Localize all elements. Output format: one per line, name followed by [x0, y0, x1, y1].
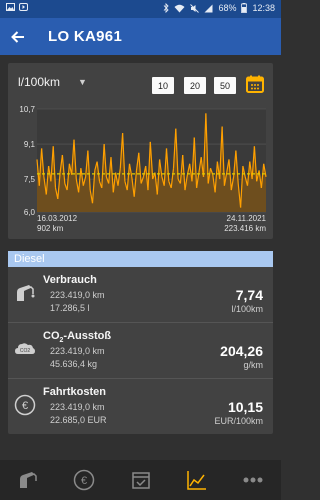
svg-text:€: €: [81, 475, 87, 487]
range-button-20[interactable]: 20: [184, 77, 206, 94]
stat-unit: EUR/100km: [214, 416, 263, 426]
calendar-icon[interactable]: [245, 74, 265, 94]
app-bar: LO KA961: [0, 18, 281, 55]
fuel-pump-icon: [17, 285, 35, 301]
stat-distance: 223.419,0 km: [50, 290, 105, 300]
nav-item-costs[interactable]: €: [56, 460, 112, 500]
svg-text:€: €: [22, 400, 28, 412]
range-button-10[interactable]: 10: [152, 77, 174, 94]
back-button[interactable]: [0, 18, 36, 55]
arrow-left-icon: [11, 30, 24, 43]
euro-icon: €: [14, 394, 36, 416]
consumption-chart: 10,7 9,1 7,5 6,0 16.03.2012 902 km 24.11.20…: [19, 105, 267, 233]
stat-unit: g/km: [243, 360, 263, 370]
stat-distance: 223.419,0 km: [50, 346, 105, 356]
nav-item-fuel[interactable]: [0, 460, 56, 500]
wifi-icon: [174, 4, 185, 12]
y-tick-label: 6,0: [24, 208, 36, 217]
stat-value: 10,15: [227, 399, 263, 415]
euro-icon: €: [74, 469, 95, 491]
stat-row-consumption[interactable]: Verbrauch 223.419,0 km 17.286,5 l 7,74 l…: [8, 268, 273, 323]
y-tick-label: 10,7: [19, 105, 35, 114]
chart-card: l/100km ▼ 10 20 50 10,7 9,1 7,5 6,0 16.03.2…: [8, 63, 273, 239]
y-tick-label: 9,1: [24, 140, 36, 149]
end-date-label: 24.11.2021: [227, 214, 267, 223]
start-date-label: 16.03.2012: [37, 214, 78, 223]
unit-dropdown[interactable]: l/100km ▼: [18, 75, 87, 89]
stat-value: 7,74: [235, 287, 263, 303]
chart-header: l/100km ▼ 10 20 50: [8, 63, 273, 103]
start-km-label: 902 km: [37, 224, 64, 233]
nav-item-more[interactable]: [225, 460, 281, 500]
nav-item-statistics[interactable]: [169, 460, 225, 500]
stat-row-co2[interactable]: CO2 CO2-Ausstoß 223.419,0 km 45.636,4 kg…: [8, 324, 273, 379]
stat-amount: 22.685,0 EUR: [50, 415, 107, 425]
end-km-label: 223.416 km: [224, 224, 266, 233]
signal-icon: [204, 4, 213, 12]
stat-value: 204,26: [220, 343, 263, 359]
section-title: Diesel: [8, 251, 273, 267]
chart-line-icon: [186, 471, 206, 490]
battery-percent: 68%: [218, 3, 237, 13]
bottom-navigation: €: [0, 460, 281, 500]
y-tick-label: 7,5: [24, 175, 36, 184]
stat-title: CO2-Ausstoß: [43, 330, 111, 344]
status-bar: 68% 12:38: [0, 0, 281, 18]
mute-icon: [190, 3, 200, 13]
clock: 12:38: [252, 3, 275, 13]
photo-icon: [6, 3, 15, 11]
stat-distance: 223.419,0 km: [50, 402, 105, 412]
co2-cloud-icon: CO2: [15, 343, 35, 354]
more-icon: [243, 477, 263, 483]
stat-title-main: CO: [43, 330, 60, 342]
stat-row-costs[interactable]: € Fahrtkosten 223.419,0 km 22.685,0 EUR …: [8, 380, 273, 435]
battery-icon: [241, 3, 248, 13]
stat-title-rest: -Ausstoß: [63, 330, 112, 342]
stat-amount: 17.286,5 l: [50, 303, 90, 313]
stat-title: Fahrtkosten: [43, 386, 106, 398]
bluetooth-icon: [164, 3, 170, 13]
svg-text:CO2: CO2: [20, 348, 31, 354]
play-icon: [19, 3, 28, 11]
range-button-50[interactable]: 50: [214, 77, 236, 94]
stat-title: Verbrauch: [43, 274, 97, 286]
calendar-check-icon: [131, 472, 150, 489]
unit-dropdown-label: l/100km: [18, 75, 61, 89]
page-title: LO KA961: [48, 28, 123, 45]
stat-amount: 45.636,4 kg: [50, 359, 98, 369]
fuel-pump-icon: [20, 472, 37, 488]
stats-card: Diesel Verbrauch 223.419,0 km 17.286,5 l…: [8, 251, 273, 434]
caret-down-icon: ▼: [78, 77, 87, 87]
stat-unit: l/100km: [231, 304, 263, 314]
nav-item-calendar[interactable]: [112, 460, 168, 500]
